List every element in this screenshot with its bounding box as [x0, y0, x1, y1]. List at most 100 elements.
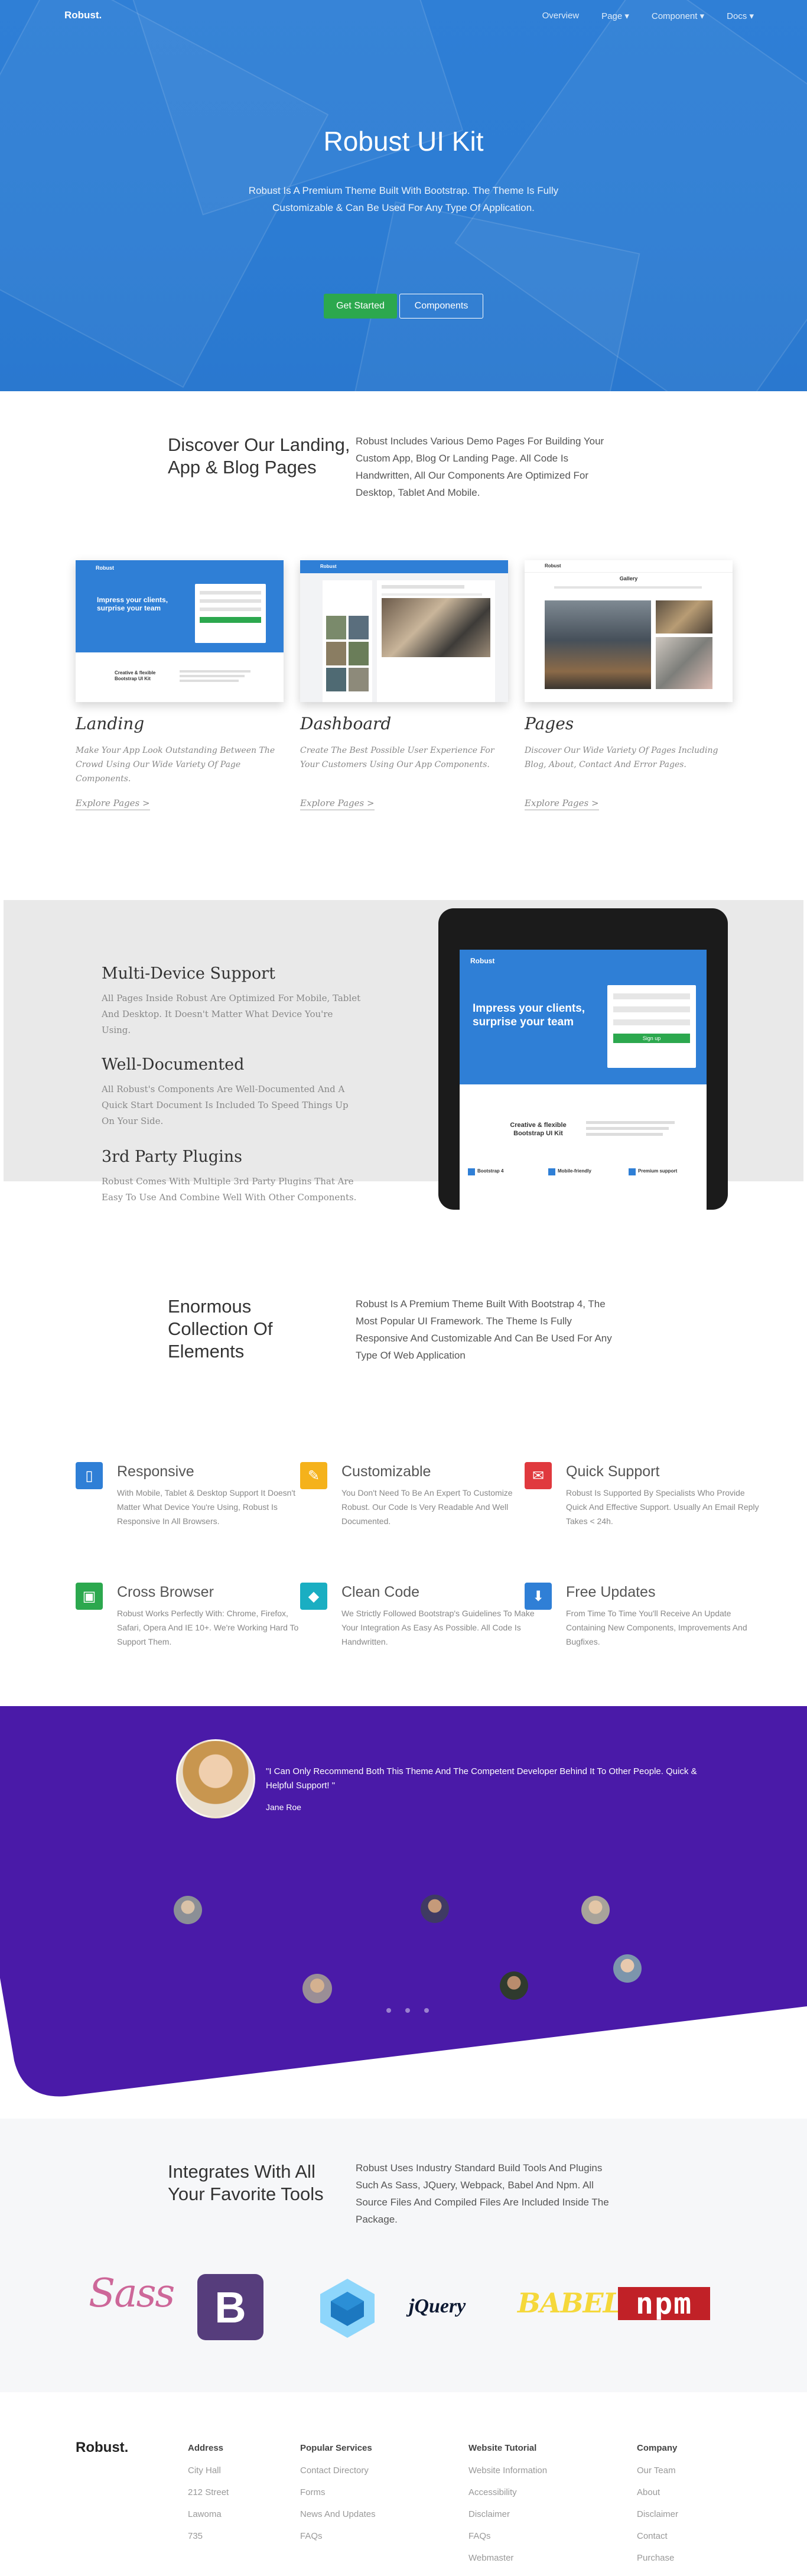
pages-thumbnail[interactable]: Robust Gallery — [525, 560, 733, 702]
brush-icon: ✎ — [300, 1462, 327, 1489]
npm-logo-icon: npm — [618, 2286, 710, 2321]
element-title: Clean Code — [341, 1584, 420, 1600]
footer-link[interactable]: News And Updates — [300, 2509, 376, 2519]
dashboard-thumbnail[interactable]: Robust — [300, 560, 508, 702]
elements-description: Robust Is A Premium Theme Built With Boo… — [356, 1298, 612, 1361]
footer-column-title: Address — [188, 2443, 224, 2453]
footer-link[interactable]: Purchase — [637, 2553, 674, 2563]
tablet-item: Bootstrap 4 — [477, 1168, 504, 1174]
element-description: From Time To Time You'll Receive An Upda… — [566, 1609, 747, 1646]
footer-link[interactable]: Contact Directory — [300, 2465, 369, 2476]
reviewer-avatar[interactable] — [500, 1971, 528, 2000]
feature-title: Multi-Device Support — [102, 964, 275, 983]
footer-link[interactable]: 735 — [188, 2531, 203, 2541]
carousel-dot[interactable] — [386, 2008, 391, 2013]
tablet-subheading: Creative & flexible Bootstrap UI Kit — [510, 1122, 567, 1137]
element-description: Robust Works Perfectly With: Chrome, Fir… — [117, 1609, 299, 1646]
landing-description: Make Your App Look Outstanding Between T… — [76, 746, 275, 784]
footer-link[interactable]: Lawoma — [188, 2509, 222, 2519]
element-title: Quick Support — [566, 1463, 660, 1480]
mobile-icon: ▯ — [76, 1462, 103, 1489]
element-description: We Strictly Followed Bootstrap's Guideli… — [341, 1609, 535, 1646]
thumb-brand: Robust — [96, 565, 114, 571]
feature-text: All Pages Inside Robust Are Optimized Fo… — [102, 993, 361, 1035]
elements-title: Enormous Collection Of Elements — [168, 1296, 273, 1362]
chat-icon: ✉ — [525, 1462, 552, 1489]
nav-brand[interactable]: Robust. — [64, 9, 102, 21]
get-started-button[interactable]: Get Started — [324, 294, 397, 319]
footer-brand[interactable]: Robust. — [76, 2439, 128, 2456]
element-title: Cross Browser — [117, 1584, 214, 1600]
hero-title: Robust UI Kit — [323, 126, 484, 157]
footer-link[interactable]: Accessibility — [468, 2487, 517, 2497]
footer-link[interactable]: Contact — [637, 2531, 668, 2541]
bootstrap-logo-icon: B — [197, 2274, 263, 2340]
pages-explore-link[interactable]: Explore Pages > — [525, 798, 599, 810]
landing-thumbnail[interactable]: Robust Impress your clients, surprise yo… — [76, 560, 284, 702]
pages-description: Discover Our Wide Variety Of Pages Inclu… — [525, 746, 718, 769]
nav-link-overview[interactable]: Overview — [542, 11, 580, 21]
components-button[interactable]: Components — [399, 294, 483, 319]
nav-link-component[interactable]: Component ▾ — [652, 11, 704, 21]
landing-explore-link[interactable]: Explore Pages > — [76, 798, 150, 810]
feature-title: 3rd Party Plugins — [102, 1148, 242, 1166]
tablet-brand: Robust — [470, 957, 495, 965]
element-description: You Don't Need To Be An Expert To Custom… — [341, 1488, 513, 1526]
sass-logo-icon: Sass — [89, 2270, 175, 2316]
footer-link[interactable]: Webmaster — [468, 2553, 513, 2563]
element-title: Free Updates — [566, 1584, 656, 1600]
reviewer-avatar[interactable] — [174, 1896, 202, 1924]
landing-title: Landing — [76, 714, 145, 733]
thumb-heading: Impress your clients, surprise your team — [97, 596, 168, 612]
footer-link[interactable]: About — [637, 2487, 660, 2497]
footer-column-title: Popular Services — [300, 2443, 372, 2453]
download-icon: ⬇ — [525, 1583, 552, 1610]
tablet-item: Mobile-friendly — [558, 1168, 591, 1174]
integrations-description: Robust Uses Industry Standard Build Tool… — [356, 2162, 609, 2225]
reviewer-avatar[interactable] — [581, 1896, 610, 1924]
dashboard-explore-link[interactable]: Explore Pages > — [300, 798, 375, 810]
footer-link[interactable]: Forms — [300, 2487, 326, 2497]
testimonial-quote: "I Can Only Recommend Both This Theme An… — [266, 1766, 697, 1791]
footer-link[interactable]: Disclaimer — [637, 2509, 678, 2519]
carousel-dot[interactable] — [424, 2008, 429, 2013]
hero-subtitle: Robust Is A Premium Theme Built With Boo… — [248, 185, 559, 213]
tablet-heading: Impress your clients, surprise your team — [473, 1002, 585, 1028]
author-avatar — [176, 1739, 255, 1818]
browser-icon: ▣ — [76, 1583, 103, 1610]
carousel-dot[interactable] — [405, 2008, 410, 2013]
diamond-icon: ◆ — [300, 1583, 327, 1610]
dashboard-title: Dashboard — [300, 714, 392, 733]
dashboard-description: Create The Best Possible User Experience… — [300, 746, 494, 769]
tablet-item: Premium support — [638, 1168, 678, 1174]
hero-section: Robust. Overview Page ▾ Component ▾ Docs… — [0, 0, 807, 391]
feature-title: Well-Documented — [102, 1055, 245, 1074]
element-title: Responsive — [117, 1463, 194, 1480]
nav-link-page[interactable]: Page ▾ — [601, 11, 629, 21]
feature-text: Robust Comes With Multiple 3rd Party Plu… — [102, 1176, 357, 1203]
footer-link[interactable]: City Hall — [188, 2465, 221, 2476]
footer-link[interactable]: Disclaimer — [468, 2509, 510, 2519]
reviewer-avatar[interactable] — [421, 1895, 449, 1923]
pages-title: Pages — [525, 714, 574, 733]
footer-column-title: Company — [637, 2443, 678, 2453]
reviewer-avatar[interactable] — [613, 1954, 642, 1983]
footer-link[interactable]: FAQs — [468, 2531, 491, 2541]
footer-link[interactable]: Website Information — [468, 2465, 547, 2476]
footer-link[interactable]: 212 Street — [188, 2487, 229, 2497]
jquery-logo-icon: jQuery — [409, 2295, 466, 2317]
footer-link[interactable]: Our Team — [637, 2465, 676, 2476]
discover-title: Discover Our Landing, App & Blog Pages — [168, 434, 350, 477]
footer-link[interactable]: FAQs — [300, 2531, 323, 2541]
thumb-brand: Robust — [545, 563, 561, 569]
reviewer-avatar[interactable] — [302, 1974, 332, 2003]
nav-links: Overview Page ▾ Component ▾ Docs ▾ — [542, 11, 754, 21]
feature-text: All Robust's Components Are Well-Documen… — [102, 1084, 349, 1126]
element-description: Robust Is Supported By Specialists Who P… — [566, 1488, 759, 1526]
element-title: Customizable — [341, 1463, 431, 1480]
thumb-brand: Robust — [320, 564, 337, 569]
tablet-device: Robust Impress your clients, surprise yo… — [438, 908, 728, 1210]
nav-link-docs[interactable]: Docs ▾ — [727, 11, 754, 21]
element-description: With Mobile, Tablet & Desktop Support It… — [117, 1488, 296, 1526]
integrations-title: Integrates With All Your Favorite Tools — [168, 2161, 324, 2204]
